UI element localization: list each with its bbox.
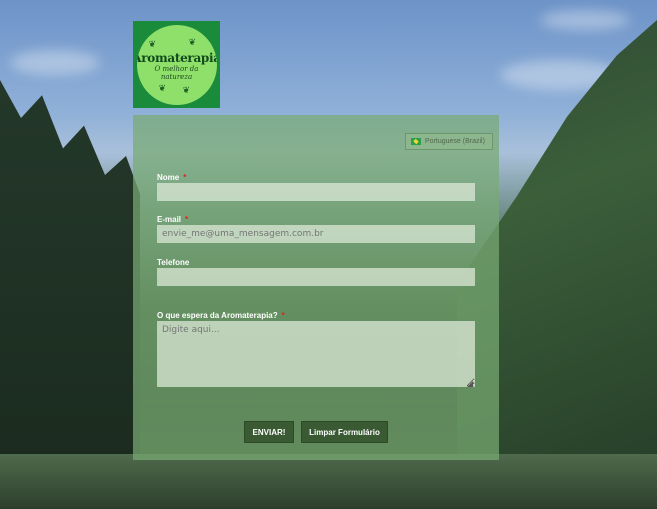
required-mark: *	[281, 311, 285, 320]
lake	[0, 454, 657, 509]
cloud	[540, 10, 630, 30]
brazil-flag-icon	[411, 138, 421, 145]
forest-left	[0, 80, 140, 460]
nome-label: Nome *	[157, 173, 186, 182]
logo-title: Aromaterapia	[136, 50, 217, 65]
leaf-icon: ❦	[148, 38, 157, 49]
telefone-input[interactable]	[157, 268, 475, 286]
leaf-icon: ❦	[182, 84, 191, 95]
contact-form-panel: Portuguese (Brazil) Nome* E-mail* Telefo…	[133, 115, 499, 460]
logo-badge: ❦ ❦ ❦ ❦ Aromaterapia O melhor da naturez…	[136, 24, 217, 105]
email-input[interactable]	[157, 225, 475, 243]
expectativa-textarea[interactable]	[157, 321, 475, 387]
leaf-icon: ❦	[188, 36, 197, 47]
required-mark: *	[185, 215, 189, 224]
expectativa-label: O que espera da Aromaterapia? *	[157, 311, 285, 320]
resize-grip-icon[interactable]: ◢	[467, 379, 473, 388]
logo-subtitle: natureza	[160, 72, 193, 81]
telefone-label-text: Telefone	[157, 258, 190, 267]
expectativa-label-text: O que espera da Aromaterapia?	[157, 311, 278, 320]
logo[interactable]: ❦ ❦ ❦ ❦ Aromaterapia O melhor da naturez…	[133, 21, 220, 108]
leaf-icon: ❦	[158, 82, 167, 93]
telefone-label: Telefone	[157, 258, 189, 267]
logo-subtitle: O melhor da	[154, 64, 199, 73]
reset-button[interactable]: Limpar Formulário	[301, 421, 388, 443]
language-selector[interactable]: Portuguese (Brazil)	[405, 133, 493, 150]
email-label: E-mail *	[157, 215, 188, 224]
nome-input[interactable]	[157, 183, 475, 201]
submit-button[interactable]: ENVIAR!	[244, 421, 294, 443]
required-mark: *	[183, 173, 187, 182]
language-label: Portuguese (Brazil)	[425, 138, 485, 145]
email-label-text: E-mail	[157, 215, 182, 224]
nome-label-text: Nome	[157, 173, 180, 182]
cloud	[10, 50, 100, 75]
